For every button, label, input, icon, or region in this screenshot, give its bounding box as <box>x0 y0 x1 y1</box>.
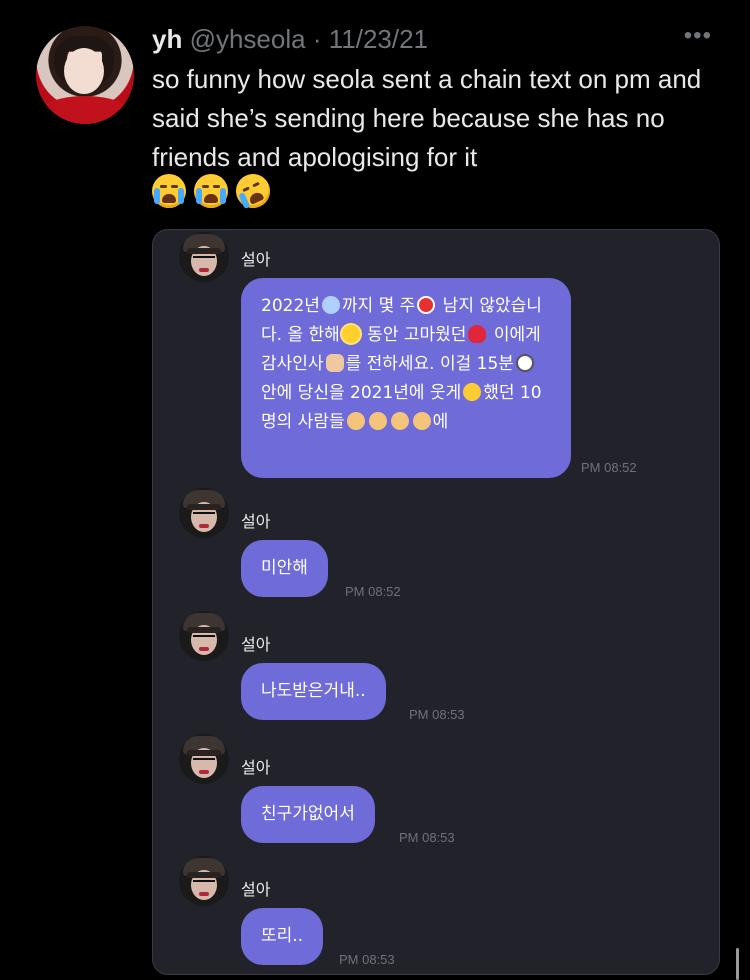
tweet-media-image[interactable]: 설아 2022년 까지 몇 주 남지 않았습니다. 올 한해 동안 고마웠던 이에… <box>152 229 720 975</box>
sender-avatar <box>179 856 229 906</box>
sender-avatar <box>179 232 229 282</box>
scrollbar[interactable] <box>736 948 739 980</box>
message-text-part: 를 전하세요. 이걸 15분 <box>345 354 514 374</box>
message-text-part: 2022년 <box>261 296 320 316</box>
message-timestamp: PM 08:53 <box>339 952 395 967</box>
person-icon <box>412 412 431 430</box>
sender-name: 설아 <box>241 758 271 777</box>
sender-avatar <box>179 611 229 661</box>
sun-icon <box>341 325 360 343</box>
more-options-icon[interactable]: ••• <box>684 22 712 50</box>
loudly-crying-face-icon <box>152 174 186 208</box>
tweet-text: so funny how seola sent a chain text on … <box>152 64 702 172</box>
tweet-date[interactable]: 11/23/21 <box>329 24 428 54</box>
tweet-emoji-row <box>152 168 276 214</box>
rolling-on-the-floor-laughing-icon <box>230 168 276 214</box>
heart-icon <box>468 325 487 343</box>
sender-name: 설아 <box>241 512 271 531</box>
person-icon <box>368 412 387 430</box>
chat-bubble: 또리.. <box>241 908 324 965</box>
loudly-crying-face-icon <box>194 174 228 208</box>
message-text: 미안해 <box>261 558 308 578</box>
avatar-face <box>64 48 104 94</box>
message-text-part: 에 <box>432 412 449 432</box>
sender-name: 설아 <box>241 250 271 269</box>
alarm-clock-icon <box>417 296 436 314</box>
sender-name: 설아 <box>241 880 271 899</box>
smiling-face-icon <box>463 383 482 401</box>
message-timestamp: PM 08:53 <box>399 830 455 845</box>
clock-icon <box>515 354 534 372</box>
sender-avatar <box>179 488 229 538</box>
display-name[interactable]: yh <box>152 24 182 54</box>
person-icon <box>346 412 365 430</box>
tweet-header: yh @yhseola · 11/23/21 <box>152 22 428 56</box>
user-handle[interactable]: @yhseola <box>190 24 306 54</box>
message-text-part: 동안 고마웠던 <box>361 325 467 345</box>
chat-bubble: 미안해 <box>241 540 328 597</box>
message-text-part: 안에 당신을 2021년에 웃게 <box>261 383 462 403</box>
message-timestamp: PM 08:52 <box>345 584 401 599</box>
message-text-part: 까지 몇 주 <box>341 296 416 316</box>
separator-dot: · <box>312 24 322 54</box>
waving-hand-icon <box>325 354 344 372</box>
sender-avatar <box>179 734 229 784</box>
message-text: 나도받은거내.. <box>261 681 366 701</box>
chat-bubble: 2022년 까지 몇 주 남지 않았습니다. 올 한해 동안 고마웠던 이에게 감… <box>241 278 571 478</box>
message-text: 친구가없어서 <box>261 804 355 824</box>
avatar-shirt <box>36 96 134 124</box>
author-avatar[interactable] <box>36 26 134 124</box>
person-icon <box>390 412 409 430</box>
message-timestamp: PM 08:52 <box>581 460 637 475</box>
message-text: 또리.. <box>261 926 304 946</box>
chat-bubble: 친구가없어서 <box>241 786 375 843</box>
comet-icon <box>321 296 340 314</box>
chat-bubble: 나도받은거내.. <box>241 663 386 720</box>
message-timestamp: PM 08:53 <box>409 707 465 722</box>
sender-name: 설아 <box>241 635 271 654</box>
